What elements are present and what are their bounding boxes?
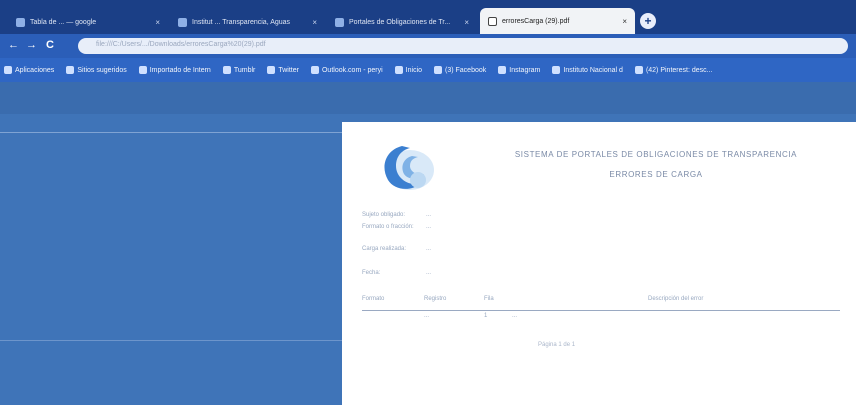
bookmark-icon	[66, 66, 75, 74]
bookmark-item[interactable]: Sitios sugeridos	[66, 66, 127, 74]
bookmark-item[interactable]: Tumblr	[222, 66, 256, 74]
bookmark-label: Inicio	[405, 66, 423, 74]
bookmark-item[interactable]: Outlook.com - peryi	[310, 66, 383, 74]
table-cell: ...	[512, 313, 518, 319]
tab-close-icon[interactable]: ×	[312, 18, 317, 27]
bookmark-item[interactable]: (3) Facebook	[434, 66, 486, 74]
apps-grid-icon	[4, 66, 12, 74]
bookmark-item[interactable]: Aplicaciones	[4, 66, 54, 74]
screen: Tabla de ... — google × Institut ... Tra…	[0, 0, 856, 405]
forward-arrow-icon[interactable]: →	[26, 39, 37, 51]
field-value: ...	[426, 270, 432, 276]
bookmark-item[interactable]: (42) Pinterest: desc...	[634, 66, 713, 74]
tab-close-icon[interactable]: ×	[155, 18, 160, 27]
facebook-icon	[434, 66, 443, 74]
bookmark-item[interactable]: Instagram	[498, 66, 540, 74]
browser-toolbar: ← → C file:///C:/Users/.../Downloads/err…	[0, 34, 856, 58]
errors-table-header: Formato Registro Fila Descripción del er…	[362, 294, 840, 310]
bookmark-item[interactable]: Instituto Nacional d	[552, 66, 623, 74]
bookmark-label: Aplicaciones	[15, 66, 55, 74]
twitter-icon	[267, 66, 276, 74]
bookmark-label: Tumblr	[233, 66, 256, 74]
field-label: Fecha:	[362, 270, 381, 276]
pinterest-icon	[634, 66, 643, 74]
table-cell: ...	[424, 313, 430, 319]
folder-icon	[138, 66, 147, 74]
field-value: ...	[426, 246, 432, 252]
field-label: Formato o fracción:	[362, 224, 414, 230]
divider	[0, 340, 342, 341]
outlook-icon	[310, 66, 319, 74]
field-value: ...	[426, 224, 432, 230]
tab-close-icon[interactable]: ×	[622, 17, 627, 26]
bookmark-item[interactable]: Inicio	[394, 66, 423, 74]
reload-icon[interactable]: C	[46, 39, 54, 51]
tab-label: Tabla de ... — google	[30, 18, 97, 26]
new-tab-button[interactable]: +	[640, 13, 656, 29]
table-divider	[362, 310, 840, 311]
back-arrow-icon[interactable]: ←	[8, 39, 19, 51]
browser-tab[interactable]: Portales de Obligaciones de Tr... ×	[327, 10, 477, 34]
bookmark-label: (3) Facebook	[445, 66, 487, 74]
pdf-page: SISTEMA DE PORTALES DE OBLIGACIONES DE T…	[342, 122, 856, 405]
field-label: Carga realizada:	[362, 246, 407, 252]
transparency-logo-icon	[384, 146, 434, 190]
bookmark-label: Instagram	[509, 66, 541, 74]
tab-label: Institut ... Transparencia, Aguas	[192, 18, 291, 26]
globe-icon	[552, 66, 561, 74]
bookmark-item[interactable]: Importado de Intern	[138, 66, 211, 74]
table-cell: 1	[484, 313, 488, 319]
table-header-cell: Registro	[424, 296, 447, 302]
page-footer: Página 1 de 1	[538, 342, 576, 348]
bookmarks-bar: Aplicaciones Sitios sugeridos Importado …	[0, 58, 856, 82]
divider	[0, 132, 342, 133]
linkedin-icon	[394, 66, 403, 74]
tab-favicon-icon	[16, 17, 25, 27]
document-title: SISTEMA DE PORTALES DE OBLIGACIONES DE T…	[514, 150, 798, 159]
address-bar-url: file:///C:/Users/.../Downloads/erroresCa…	[96, 41, 266, 48]
pdf-document-icon	[488, 16, 497, 26]
table-header-cell: Formato	[362, 296, 385, 302]
pdf-viewer-toolbar	[0, 82, 856, 114]
bookmark-label: Twitter	[278, 66, 299, 74]
browser-tab[interactable]: Institut ... Transparencia, Aguas ×	[170, 10, 325, 34]
field-value: ...	[426, 212, 432, 218]
browser-tab-active[interactable]: erroresCarga (29).pdf ×	[480, 8, 635, 34]
browser-tab[interactable]: Tabla de ... — google ×	[8, 10, 168, 34]
field-label: Sujeto obligado:	[362, 212, 406, 218]
address-bar[interactable]: file:///C:/Users/.../Downloads/erroresCa…	[78, 38, 848, 54]
tab-favicon-icon	[178, 17, 187, 27]
bookmark-label: Importado de Intern	[149, 66, 211, 74]
bookmark-item[interactable]: Twitter	[267, 66, 299, 74]
tab-strip: Tabla de ... — google × Institut ... Tra…	[0, 0, 856, 34]
document-subtitle: ERRORES DE CARGA	[609, 170, 703, 179]
tumblr-icon	[222, 66, 231, 74]
table-row: ... 1 ...	[362, 312, 840, 324]
tab-label: erroresCarga (29).pdf	[502, 17, 570, 25]
table-header-cell: Fila	[484, 296, 494, 302]
bookmark-label: Instituto Nacional d	[563, 66, 623, 74]
bookmark-label: Sitios sugeridos	[77, 66, 127, 74]
tab-favicon-icon	[335, 17, 344, 27]
bookmark-label: (42) Pinterest: desc...	[645, 66, 713, 74]
tab-label: Portales de Obligaciones de Tr...	[349, 18, 451, 26]
instagram-icon	[498, 66, 507, 74]
tab-close-icon[interactable]: ×	[464, 18, 469, 27]
bookmark-label: Outlook.com - peryi	[321, 66, 383, 74]
table-header-cell: Descripción del error	[648, 296, 704, 302]
